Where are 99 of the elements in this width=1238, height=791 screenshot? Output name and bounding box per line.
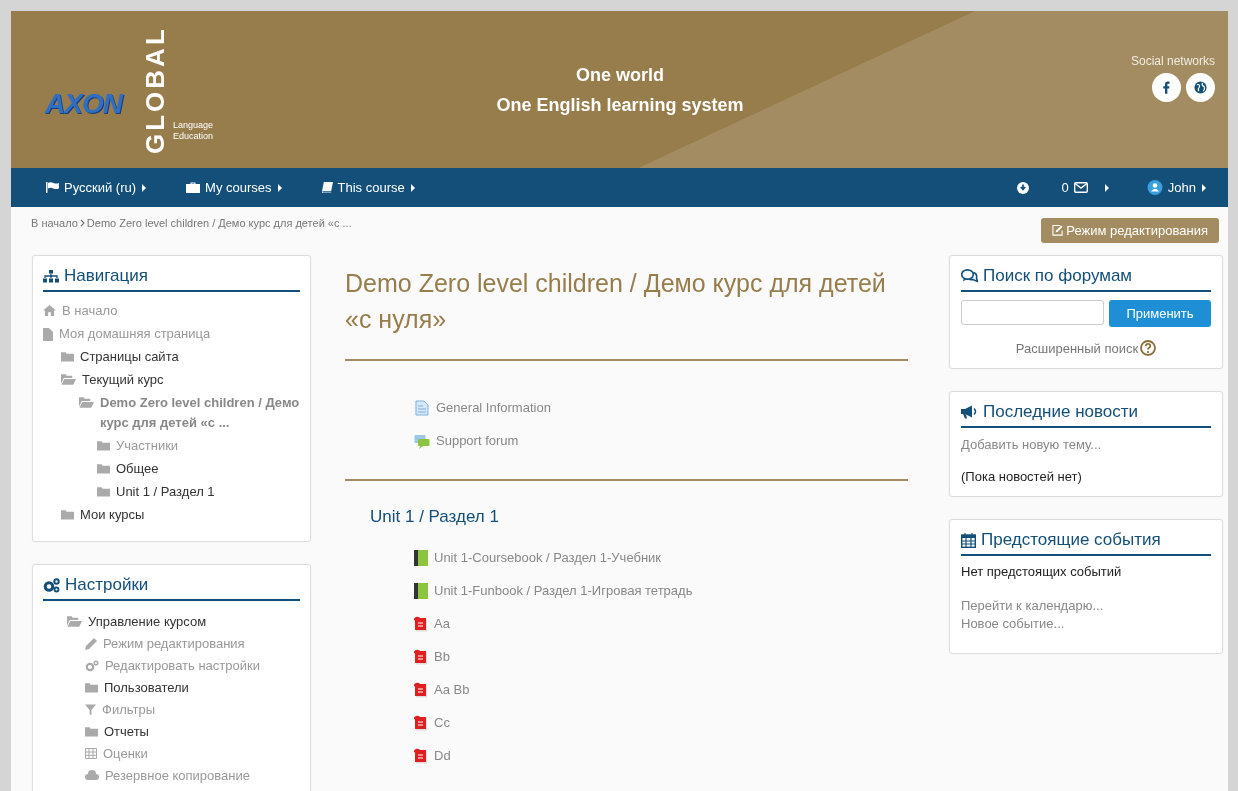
activity-link[interactable]: Bb [434,649,450,664]
folder-icon [85,682,98,693]
globe-icon [1194,80,1207,94]
tree-item[interactable]: В начало [62,300,118,323]
activity-link[interactable]: Aa Bb [434,682,470,697]
activity-link[interactable]: Aa [434,616,450,631]
gears-icon [43,577,60,593]
folder-open-icon [67,616,82,627]
page-icon [43,328,53,341]
activity-link[interactable]: Unit 1-Coursebook / Раздел 1-Учебник [434,550,662,565]
facebook-button[interactable] [1152,72,1181,102]
forum-icon [414,432,430,449]
table-icon [85,748,97,759]
folder-open-icon [61,374,76,385]
activity-link[interactable]: Unit 1-Funbook / Раздел 1-Игровая тетрадь [434,583,693,598]
facebook-icon [1163,80,1170,94]
chevron-icon [79,219,85,227]
sitemap-icon [43,269,59,283]
tree-item[interactable]: Резервное копирование [105,765,250,787]
pdf-icon [414,648,428,665]
course-title: Demo Zero level children / Демо курс для детей «с нуля» [345,268,887,335]
globe-button[interactable] [1186,72,1215,102]
tree-item[interactable]: Текущий курс [82,369,164,392]
tree-item[interactable]: Редактировать настройки [105,655,260,677]
activity-link[interactable]: General Information [436,400,551,415]
social-label: Social networks [1129,53,1215,68]
tree-item[interactable]: Мои курсы [80,504,145,527]
block-title: Навигация [64,266,148,286]
calendar-icon [961,532,976,548]
tree-item[interactable]: Demo Zero level children / Демо курс для детей «с ... [100,392,300,435]
page-icon [414,399,430,416]
user-icon [1146,179,1163,196]
folder-icon [85,726,98,737]
logo-wordmark: AXON [45,87,122,120]
pdf-icon [414,747,428,764]
activity-link[interactable]: Dd [434,748,451,763]
empty-message: (Пока новостей нет) [961,469,1083,484]
tree-item[interactable]: Общее [116,458,159,481]
activity-link[interactable]: Support forum [436,433,519,448]
home-icon [43,305,56,316]
menu-item[interactable]: My courses [186,180,282,195]
pdf-icon [414,681,428,698]
calendar-link[interactable]: Новое событие... [961,615,1211,633]
pdf-icon [414,615,428,632]
search-field[interactable] [961,300,1104,325]
help-icon[interactable] [1140,340,1157,356]
menu-item[interactable]: Русский (ru) [46,180,147,195]
tree-item[interactable]: Участники [116,435,179,458]
logo-tagline: Language Education [173,119,214,142]
apply-button[interactable]: Применить [1109,300,1211,327]
logo-text: GLOBAL [141,25,169,154]
envelope-icon [1073,182,1088,193]
block-title: Последние новости [983,402,1139,422]
folder-icon [97,486,110,497]
breadcrumb-link[interactable]: Demo Zero level children / Демо курс для детей «с ... [86,217,352,229]
block-title: Настройки [65,575,149,595]
calendar-link[interactable]: Перейти к календарю... [961,597,1211,615]
tree-item[interactable]: Режим редактирования [103,633,245,655]
slogan-text: One English learning system [495,93,745,117]
flag-icon [46,182,59,193]
tree-item[interactable]: Моя домашняя страница [59,323,211,346]
folder-open-icon [79,397,94,408]
download-icon[interactable] [1016,181,1029,194]
folder-icon [97,440,110,451]
pencil-icon [85,638,97,650]
tree-item[interactable]: Управление курсом [88,611,207,633]
activity-link[interactable]: Cc [434,715,450,730]
slogan-text: One world [575,63,665,87]
advanced-search-link[interactable]: Расширенный поиск [1015,340,1139,356]
block-title: Поиск по форумам [983,266,1133,286]
tree-item[interactable]: Фильтры [102,699,155,721]
folder-icon [61,509,74,520]
block-title: Предстоящие события [981,530,1161,550]
messages-menu[interactable]: 0 [1061,180,1109,195]
cloud-icon [85,770,99,780]
tree-item[interactable]: Отчеты [104,721,149,743]
tree-item[interactable]: Страницы сайта [80,346,179,369]
user-menu[interactable]: John [1146,179,1206,196]
folder-icon [97,463,110,474]
book-icon [414,549,428,566]
book-icon [414,582,428,599]
edit-icon [1052,225,1064,236]
menu-item[interactable]: This course [321,180,415,195]
briefcase-icon [186,182,201,193]
megaphone-icon [961,405,978,419]
comments-icon [961,269,978,283]
add-topic-link[interactable]: Добавить новую тему... [961,436,1211,454]
empty-message: Нет предстоящих событий [961,564,1123,579]
tree-item[interactable]: Пользователи [104,677,189,699]
tree-item[interactable]: Оценки [103,743,148,765]
gears-icon [85,660,99,672]
section-title: Unit 1 / Раздел 1 [370,507,500,527]
breadcrumb-link[interactable]: В начало [31,217,78,229]
book-icon [321,182,333,193]
edit-mode-button[interactable]: Режим редактирования [1041,218,1219,243]
folder-icon [61,351,74,362]
pdf-icon [414,714,428,731]
tree-item[interactable]: Unit 1 / Раздел 1 [116,481,215,504]
filter-icon [85,704,96,716]
